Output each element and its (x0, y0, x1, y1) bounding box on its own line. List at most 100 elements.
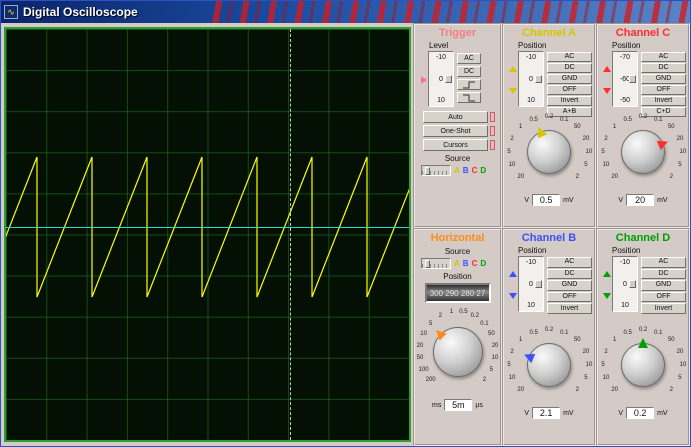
horizontal-source-channel-b[interactable]: B (463, 259, 469, 268)
channel-a-title: Channel A (522, 27, 576, 39)
slider-thumb[interactable] (425, 167, 430, 175)
slider-thumb[interactable] (629, 75, 636, 83)
channel-b-down-arrow[interactable] (509, 293, 517, 299)
knob-scale-label: 10 (420, 330, 427, 337)
trigger-source-channel-c[interactable]: C (472, 166, 478, 175)
knob-scale-label: 0.1 (654, 116, 663, 123)
knob-scale-label: 20 (676, 348, 684, 355)
channel-d-ac-button[interactable]: AC (641, 257, 686, 268)
channel-d-invert-button[interactable]: Invert (641, 303, 686, 314)
trigger-coupling-ac-button[interactable]: AC (457, 53, 481, 64)
channel-b-ac-button[interactable]: AC (547, 257, 592, 268)
channel-c-up-arrow[interactable] (603, 66, 611, 72)
unit-label-left: V (618, 196, 624, 204)
slider-thumb[interactable] (535, 75, 542, 83)
channel-c-gnd-button[interactable]: GND (641, 74, 686, 84)
trigger-edge-rising-button[interactable] (457, 79, 481, 90)
channel-c-down-arrow[interactable] (603, 88, 611, 94)
trigger-level-slider[interactable]: -10 0 10 (428, 51, 454, 107)
channel-c-title: Channel C (615, 27, 671, 39)
channel-c-dc-button[interactable]: DC (641, 63, 686, 73)
knob-scale-label: 50 (416, 355, 424, 362)
horizontal-source-slider[interactable] (421, 258, 451, 269)
channel-a-down-arrow[interactable] (509, 88, 517, 94)
channel-a-volts-div-knob[interactable]: 20 10 5 2 1 0.5 0.2 0.1 50 20 10 5 2 (505, 111, 593, 193)
channel-b-up-arrow[interactable] (509, 271, 517, 277)
slider-scale-label: 0 (439, 75, 443, 83)
cursor-line[interactable] (290, 29, 291, 440)
knob-scale-label: 0.5 (623, 116, 632, 123)
channel-b-gnd-button[interactable]: GND (547, 280, 592, 291)
channel-a-panel: Channel A Position -10 0 10 AC DC GND OF… (502, 23, 596, 228)
channel-d-up-arrow[interactable] (603, 271, 611, 277)
channel-a-position-slider[interactable]: -10 0 10 (518, 51, 544, 107)
knob-scale-label: 5 (678, 162, 682, 169)
channel-b-position-slider[interactable]: -10 0 10 (518, 256, 544, 312)
trigger-source-label: Source (444, 154, 471, 163)
slider-thumb[interactable] (535, 280, 542, 288)
channel-d-off-button[interactable]: OFF (641, 291, 686, 303)
falling-edge-icon (463, 94, 475, 101)
channel-a-up-arrow[interactable] (509, 66, 517, 72)
channel-c-position-slider[interactable]: -70 -60 -50 (612, 51, 638, 107)
channel-d-position-slider[interactable]: -10 0 10 (612, 256, 638, 312)
knob-dial[interactable] (621, 343, 665, 387)
channel-b-off-button[interactable]: OFF (547, 291, 592, 303)
channel-c-panel: Channel C Position -70 -60 -50 AC DC GND… (596, 23, 690, 228)
slider-thumb[interactable] (629, 280, 636, 288)
horizontal-source-channel-a[interactable]: A (454, 259, 460, 268)
channel-a-invert-button[interactable]: Invert (547, 96, 592, 106)
slider-scale-label: 10 (437, 97, 445, 104)
trigger-source-channel-b[interactable]: B (463, 166, 469, 175)
knob-scale-label: 10 (585, 149, 593, 155)
trigger-source-slider[interactable] (421, 165, 451, 176)
horizontal-timebase-knob[interactable]: 200 100 50 20 10 5 2 1 0.5 0.2 0.1 50 20 10 5 2 (415, 306, 500, 398)
trigger-cursors-button[interactable]: Cursors (423, 139, 488, 151)
channel-a-gnd-button[interactable]: GND (547, 74, 592, 84)
trigger-source-channel-a[interactable]: A (454, 166, 460, 175)
knob-pointer (638, 338, 648, 348)
channel-a-ac-button[interactable]: AC (547, 52, 592, 62)
trigger-oneshot-button[interactable]: One-Shot (423, 125, 488, 137)
channel-d-dc-button[interactable]: DC (641, 268, 686, 280)
channel-d-down-arrow[interactable] (603, 293, 611, 299)
knob-scale-label: 5 (428, 320, 433, 327)
knob-scale-label: 0.2 (638, 114, 648, 120)
channel-b-volts-div-knob[interactable]: 20 10 5 2 1 0.5 0.2 0.1 50 20 10 5 2 (505, 324, 593, 406)
slider-thumb[interactable] (445, 75, 452, 83)
slider-scale-label: 10 (621, 302, 629, 309)
knob-dial[interactable] (527, 130, 571, 174)
unit-label-right: mV (657, 196, 668, 204)
knob-dial[interactable] (527, 343, 571, 387)
slider-thumb[interactable] (425, 260, 430, 268)
knob-scale-label: 0.5 (459, 309, 468, 316)
horizontal-source-channel-c[interactable]: C (472, 259, 478, 268)
channel-d-gnd-button[interactable]: GND (641, 280, 686, 291)
channel-a-dc-button[interactable]: DC (547, 63, 592, 73)
trigger-auto-button[interactable]: Auto (423, 111, 488, 123)
channel-c-volts-div-knob[interactable]: 20 10 5 2 1 0.5 0.2 0.1 50 20 10 5 2 (599, 111, 687, 193)
channel-b-dc-button[interactable]: DC (547, 268, 592, 280)
title-bar[interactable]: ∿ Digital Oscilloscope (1, 1, 690, 23)
knob-scale-label: 5 (601, 149, 605, 155)
channel-b-invert-button[interactable]: Invert (547, 303, 592, 314)
horizontal-position-label: Position (443, 272, 472, 281)
knob-scale-label: 50 (488, 330, 495, 337)
unit-label-left: V (524, 196, 530, 204)
horizontal-position-readout[interactable]: 300 290 280 27 (424, 283, 491, 303)
trigger-level-marker[interactable] (420, 76, 427, 84)
trigger-source-channel-d[interactable]: D (480, 166, 486, 175)
channel-a-off-button[interactable]: OFF (547, 85, 592, 95)
channel-c-off-button[interactable]: OFF (641, 85, 686, 95)
horizontal-timebase-value: 5m (444, 399, 473, 411)
trigger-edge-falling-button[interactable] (457, 92, 481, 103)
channel-d-volts-div-knob[interactable]: 20 10 5 2 1 0.5 0.2 0.1 50 20 10 5 2 (599, 324, 687, 406)
horizontal-source-channel-d[interactable]: D (480, 259, 486, 268)
unit-label-right: mV (563, 409, 574, 417)
channel-c-ac-button[interactable]: AC (641, 52, 686, 62)
knob-dial[interactable] (621, 130, 665, 174)
channel-c-invert-button[interactable]: Invert (641, 96, 686, 106)
knob-scale-label: 10 (508, 162, 516, 169)
unit-label-left: ms (432, 401, 442, 409)
trigger-coupling-dc-button[interactable]: DC (457, 66, 481, 77)
